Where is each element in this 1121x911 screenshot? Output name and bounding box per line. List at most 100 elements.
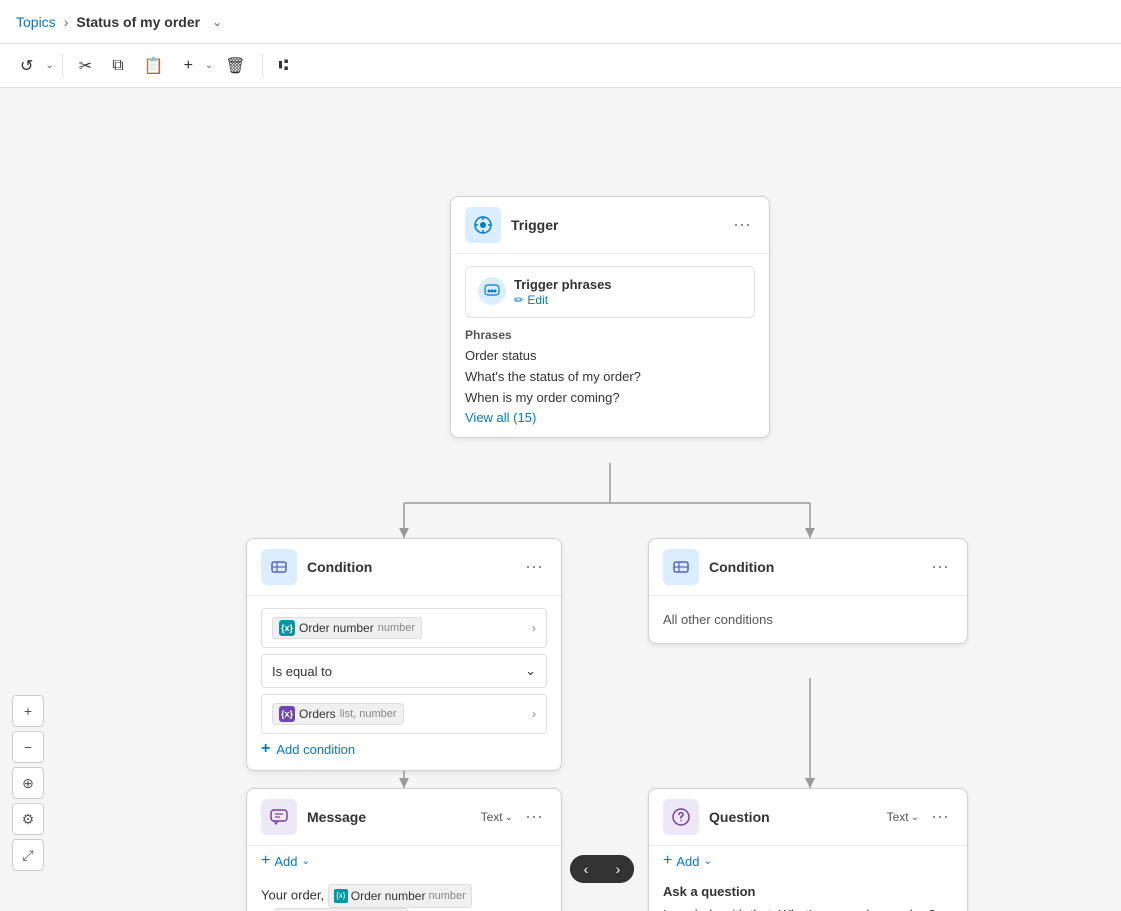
operator-row[interactable]: Is equal to ⌄ <box>261 654 547 688</box>
phrase-2: What's the status of my order? <box>465 367 755 388</box>
var-badge-2: {x} Orders list, number <box>272 703 404 725</box>
condition-right-header: Condition ⋯ <box>649 539 967 596</box>
zoom-controls: + − ⊕ ⚙ ⤢ <box>12 695 44 871</box>
question-icon-wrap <box>663 799 699 835</box>
zoom-reset-button[interactable]: ⊕ <box>12 767 44 799</box>
chat-icon <box>484 283 500 299</box>
zoom-out-button[interactable]: − <box>12 731 44 763</box>
condition-left-body: {x} Order number number › Is equal to ⌄ … <box>247 596 561 770</box>
condition-right-menu-icon[interactable]: ⋯ <box>927 557 953 578</box>
breadcrumb-topics[interactable]: Topics <box>16 14 56 30</box>
condition-row-1[interactable]: {x} Order number number › <box>261 608 547 648</box>
question-node-header: Question Text ⌄ ⋯ <box>649 789 967 846</box>
track-button[interactable]: ⑆ <box>271 51 297 81</box>
canvas: Trigger ⋯ Trigger phrases ✏ Edit <box>0 88 1121 911</box>
phrases-list: Order status What's the status of my ord… <box>465 346 755 408</box>
condition-left-header: Condition ⋯ <box>247 539 561 596</box>
message-add-button[interactable]: + Add ⌄ <box>247 846 561 876</box>
message-text-chevron-icon: ⌄ <box>505 812 513 823</box>
condition-left-title: Condition <box>307 559 511 575</box>
phrase-3: When is my order coming? <box>465 388 755 409</box>
zoom-in-button[interactable]: + <box>12 695 44 727</box>
trigger-phrases-icon <box>478 277 506 305</box>
add-toolbar-button[interactable]: + <box>176 51 201 81</box>
nav-left-button[interactable]: ‹ <box>570 855 602 883</box>
question-add-chevron-icon: ⌄ <box>703 856 711 867</box>
trigger-phrases-card[interactable]: Trigger phrases ✏ Edit <box>465 266 755 318</box>
question-menu-icon[interactable]: ⋯ <box>927 807 953 828</box>
trigger-icon-wrap <box>465 207 501 243</box>
message-node-header: Message Text ⌄ ⋯ <box>247 789 561 846</box>
question-text-chevron-icon: ⌄ <box>911 812 919 823</box>
question-add-label: Add <box>676 854 699 869</box>
trigger-menu-icon[interactable]: ⋯ <box>729 215 755 236</box>
message-icon <box>269 807 289 827</box>
delete-button[interactable]: 🗑 <box>217 50 253 82</box>
toolbar-divider-2 <box>262 54 263 78</box>
breadcrumb-separator: › <box>64 14 69 30</box>
var-type-2: list, number <box>340 708 397 720</box>
zoom-expand-button[interactable]: ⤢ <box>12 839 44 871</box>
trigger-node-body: Trigger phrases ✏ Edit Phrases Order sta… <box>451 254 769 437</box>
trigger-phrases-title: Trigger phrases <box>514 277 742 292</box>
question-node: Question Text ⌄ ⋯ + Add ⌄ Ask a question… <box>648 788 968 911</box>
question-add-plus-icon: + <box>663 852 672 870</box>
zoom-settings-button[interactable]: ⚙ <box>12 803 44 835</box>
condition-right-title: Condition <box>709 559 917 575</box>
header: Topics › Status of my order ⌄ <box>0 0 1121 44</box>
message-var-1-name: Order number <box>351 886 426 906</box>
condition-left-icon <box>269 557 289 577</box>
add-chevron-icon[interactable]: ⌄ <box>205 60 213 71</box>
condition-right-icon-wrap <box>663 549 699 585</box>
undo-chevron-icon[interactable]: ⌄ <box>45 60 53 71</box>
condition-row-2-chevron-icon: › <box>532 707 536 721</box>
var-badge-1: {x} Order number number <box>272 617 422 639</box>
message-add-chevron-icon: ⌄ <box>301 856 309 867</box>
edit-icon: ✏ <box>514 293 527 307</box>
var-name-1: Order number <box>299 621 374 635</box>
copy-button[interactable]: ⧉ <box>104 51 131 81</box>
message-var-1-icon: {x} <box>334 889 348 903</box>
trigger-node-header: Trigger ⋯ <box>451 197 769 254</box>
message-node: Message Text ⌄ ⋯ + Add ⌄ Your order, {x}… <box>246 788 562 911</box>
operator-text: Is equal to <box>272 664 332 679</box>
phrases-label: Phrases <box>465 328 755 342</box>
nav-arrows: ‹ › <box>570 855 634 883</box>
message-icon-wrap <box>261 799 297 835</box>
question-text-badge[interactable]: Text ⌄ <box>887 810 919 824</box>
operator-chevron-icon: ⌄ <box>525 663 536 679</box>
question-text-label: Text <box>887 810 909 824</box>
breadcrumb-title: Status of my order <box>76 14 200 30</box>
view-all-link[interactable]: View all (15) <box>465 410 536 425</box>
message-var-1: {x} Order number number <box>328 884 472 908</box>
undo-button[interactable]: ↺ <box>12 50 41 82</box>
question-header-actions: Text ⌄ ⋯ <box>887 807 953 828</box>
add-condition-label: Add condition <box>276 742 355 757</box>
message-text-badge[interactable]: Text ⌄ <box>481 810 513 824</box>
question-add-button[interactable]: + Add ⌄ <box>649 846 967 876</box>
trigger-icon <box>473 215 493 235</box>
condition-row-2[interactable]: {x} Orders list, number › <box>261 694 547 734</box>
trigger-phrases-content: Trigger phrases ✏ Edit <box>514 277 742 307</box>
all-other-conditions: All other conditions <box>649 596 967 643</box>
condition-left-menu-icon[interactable]: ⋯ <box>521 557 547 578</box>
message-header-actions: Text ⌄ ⋯ <box>481 807 547 828</box>
phrase-1: Order status <box>465 346 755 367</box>
var-icon-2: {x} <box>279 706 295 722</box>
trigger-node: Trigger ⋯ Trigger phrases ✏ Edit <box>450 196 770 438</box>
cut-button[interactable]: ✂ <box>71 50 100 82</box>
message-menu-icon[interactable]: ⋯ <box>521 807 547 828</box>
ask-question-text: I can help with that. What's your order … <box>663 905 953 911</box>
var-icon-1: {x} <box>279 620 295 636</box>
add-condition-button[interactable]: + Add condition <box>261 740 547 758</box>
paste-button[interactable]: 📋 <box>136 50 172 82</box>
trigger-title: Trigger <box>511 217 719 233</box>
nav-right-button[interactable]: › <box>602 855 634 883</box>
message-content: Your order, {x} Order number number is {… <box>247 876 561 911</box>
var-name-2: Orders <box>299 707 336 721</box>
message-var-1-type: number <box>428 887 465 906</box>
message-add-plus-icon: + <box>261 852 270 870</box>
condition-right-icon <box>671 557 691 577</box>
trigger-phrases-edit[interactable]: ✏ Edit <box>514 293 548 307</box>
breadcrumb-chevron-icon[interactable]: ⌄ <box>212 15 222 29</box>
